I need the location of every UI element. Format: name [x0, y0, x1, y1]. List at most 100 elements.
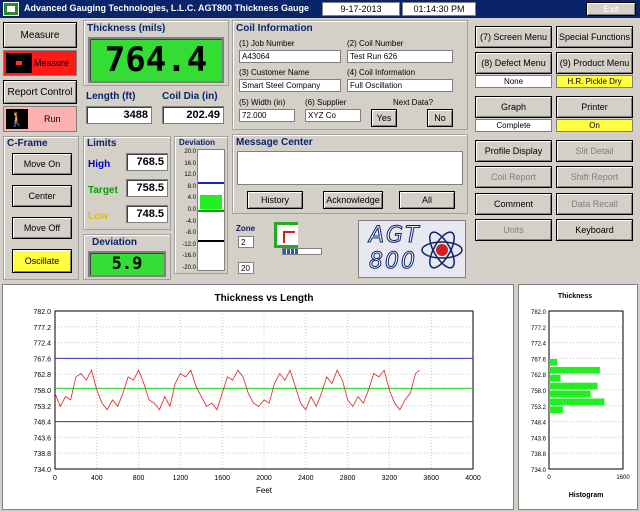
y-tick-label: 762.8 [33, 372, 51, 379]
profile-display-button[interactable]: Profile Display [475, 140, 552, 162]
printer-button[interactable]: Printer [556, 96, 633, 118]
x-tick-label: 3200 [382, 475, 398, 482]
width-field[interactable]: 72.000 [239, 109, 295, 122]
units-button[interactable]: Units [475, 219, 552, 241]
next-data-no-button[interactable]: No [427, 109, 453, 127]
printer-status: On [556, 119, 633, 132]
defect-menu-button[interactable]: (8) Defect Menu [475, 52, 552, 74]
coil-number-field[interactable]: Test Run 626 [347, 50, 453, 63]
message-center-title: Message Center [236, 137, 313, 148]
measure-indicator: Measure [3, 50, 77, 76]
y-tick-label: 758.0 [33, 388, 51, 395]
y-tick-label: 738.8 [33, 451, 51, 458]
logo-text-line1: AGT [369, 223, 421, 249]
x-tick-label: 2800 [340, 475, 356, 482]
deviation-tick-label: -12.0 [182, 241, 196, 248]
special-functions-button[interactable]: Special Functions [556, 26, 633, 48]
shift-report-button[interactable]: Shift Report [556, 166, 633, 188]
deviation-scale-bar [197, 149, 225, 271]
coil-info-title: Coil Information [236, 23, 313, 34]
customer-name-field[interactable]: Smart Steel Company [239, 79, 341, 92]
history-button[interactable]: History [247, 191, 303, 209]
histogram-bar [549, 390, 591, 398]
zone-label: Zone [236, 224, 256, 233]
run-indicator-label: Run [44, 114, 61, 124]
next-data-label: Next Data? [393, 98, 434, 107]
low-value: 748.5 [126, 205, 168, 223]
deviation-tick-label: 8.0 [187, 183, 196, 190]
hist-y-tick-label: 777.2 [531, 326, 547, 332]
deviation-tick-label: -20.0 [182, 265, 196, 271]
keyboard-button[interactable]: Keyboard [556, 219, 633, 241]
message-center-panel: Message Center History Acknowledge All [232, 134, 468, 214]
deviation-high-line [198, 182, 224, 184]
all-button[interactable]: All [399, 191, 455, 209]
coil-info-panel: Coil Information (1) Job Number A43064 (… [232, 20, 468, 130]
supplier-field[interactable]: XYZ Co [305, 109, 361, 122]
next-data-yes-button[interactable]: Yes [371, 109, 397, 127]
exit-button[interactable]: Exit [586, 2, 636, 16]
histogram-bar [549, 374, 561, 382]
hist-y-tick-label: 772.4 [531, 342, 547, 348]
deviation-tick-label: -16.0 [182, 253, 196, 260]
coil-number-label: (2) Coil Number [347, 39, 404, 48]
screen-menu-button[interactable]: (7) Screen Menu [475, 26, 552, 48]
acknowledge-button[interactable]: Acknowledge [323, 191, 383, 209]
x-tick-label: 2000 [256, 475, 272, 482]
width-label: (5) Width (in) [239, 98, 286, 107]
graph-button[interactable]: Graph [475, 96, 552, 118]
deviation-tick-label: 12.0 [184, 172, 196, 179]
thickness-vs-length-chart: Thickness vs Length 782.0 777.2 772.4 767.6 7… [33, 293, 480, 495]
deviation-tick-label: 0.0 [187, 207, 196, 213]
limits-title: Limits [87, 138, 117, 149]
coil-information-field[interactable]: Full Oscillation [347, 79, 453, 92]
date-display: 9-17-2013 [322, 2, 400, 16]
target-value: 758.5 [126, 179, 168, 197]
coil-report-button[interactable]: Coil Report [475, 166, 552, 188]
hist-y-tick-label: 753.2 [531, 405, 547, 411]
y-tick-label: 753.2 [33, 404, 51, 411]
report-control-button[interactable]: Report Control [3, 80, 77, 104]
coil-information-label: (4) Coil Information [347, 68, 416, 77]
high-label: High [88, 159, 111, 170]
deviation-tick-label: -8.0 [185, 230, 196, 237]
x-tick-label: 0 [53, 475, 57, 482]
deviation-tick-label: 16.0 [184, 160, 196, 167]
move-on-button[interactable]: Move On [12, 153, 72, 175]
length-value: 3488 [86, 106, 152, 124]
zone-value-1: 2 [238, 236, 254, 248]
y-tick-label: 743.6 [33, 435, 51, 442]
move-off-button[interactable]: Move Off [12, 217, 72, 239]
oscillate-button[interactable]: Oscillate [12, 249, 72, 273]
deviation-indicator [200, 195, 222, 209]
center-button[interactable]: Center [12, 185, 72, 207]
deviation-scale-title: Deviation [179, 138, 216, 147]
comment-button[interactable]: Comment [475, 193, 552, 215]
y-tick-label: 734.0 [33, 467, 51, 474]
cframe-panel: C-Frame Move On Center Move Off Oscillat… [3, 136, 79, 280]
walking-person-icon: 🚶 [6, 109, 28, 129]
hist-y-tick-label: 734.0 [531, 468, 547, 474]
hist-y-tick-label: 782.0 [531, 310, 547, 316]
measure-button[interactable]: Measure [3, 22, 77, 48]
hist-y-tick-label: 748.4 [531, 421, 547, 427]
x-tick-label: 400 [91, 475, 103, 482]
job-number-field[interactable]: A43064 [239, 50, 341, 63]
histogram-bar [549, 382, 598, 390]
job-number-label: (1) Job Number [239, 39, 295, 48]
deviation-panel: Deviation 5.9 [83, 234, 171, 280]
hist-x-axis-label: Histogram [569, 492, 604, 499]
deviation-tick-label: 4.0 [187, 195, 196, 202]
thickness-value: 764.4 [88, 37, 224, 83]
data-recall-button[interactable]: Data Recall [556, 193, 633, 215]
slit-detail-button[interactable]: Slit Detail [556, 140, 633, 162]
histogram-bar [549, 406, 563, 414]
thickness-chart-panel: Thickness vs Length 782.0 777.2 772.4 767.6 7… [2, 284, 514, 510]
cframe-position-icon [274, 222, 298, 248]
message-box [237, 151, 463, 185]
deviation-title: Deviation [92, 237, 138, 248]
logo-text-line2: 800 [369, 249, 417, 275]
product-menu-button[interactable]: (9) Product Menu [556, 52, 633, 74]
measure-indicator-label: Measure [34, 58, 70, 68]
thickness-panel: Thickness (mils) 764.4 [83, 20, 229, 86]
